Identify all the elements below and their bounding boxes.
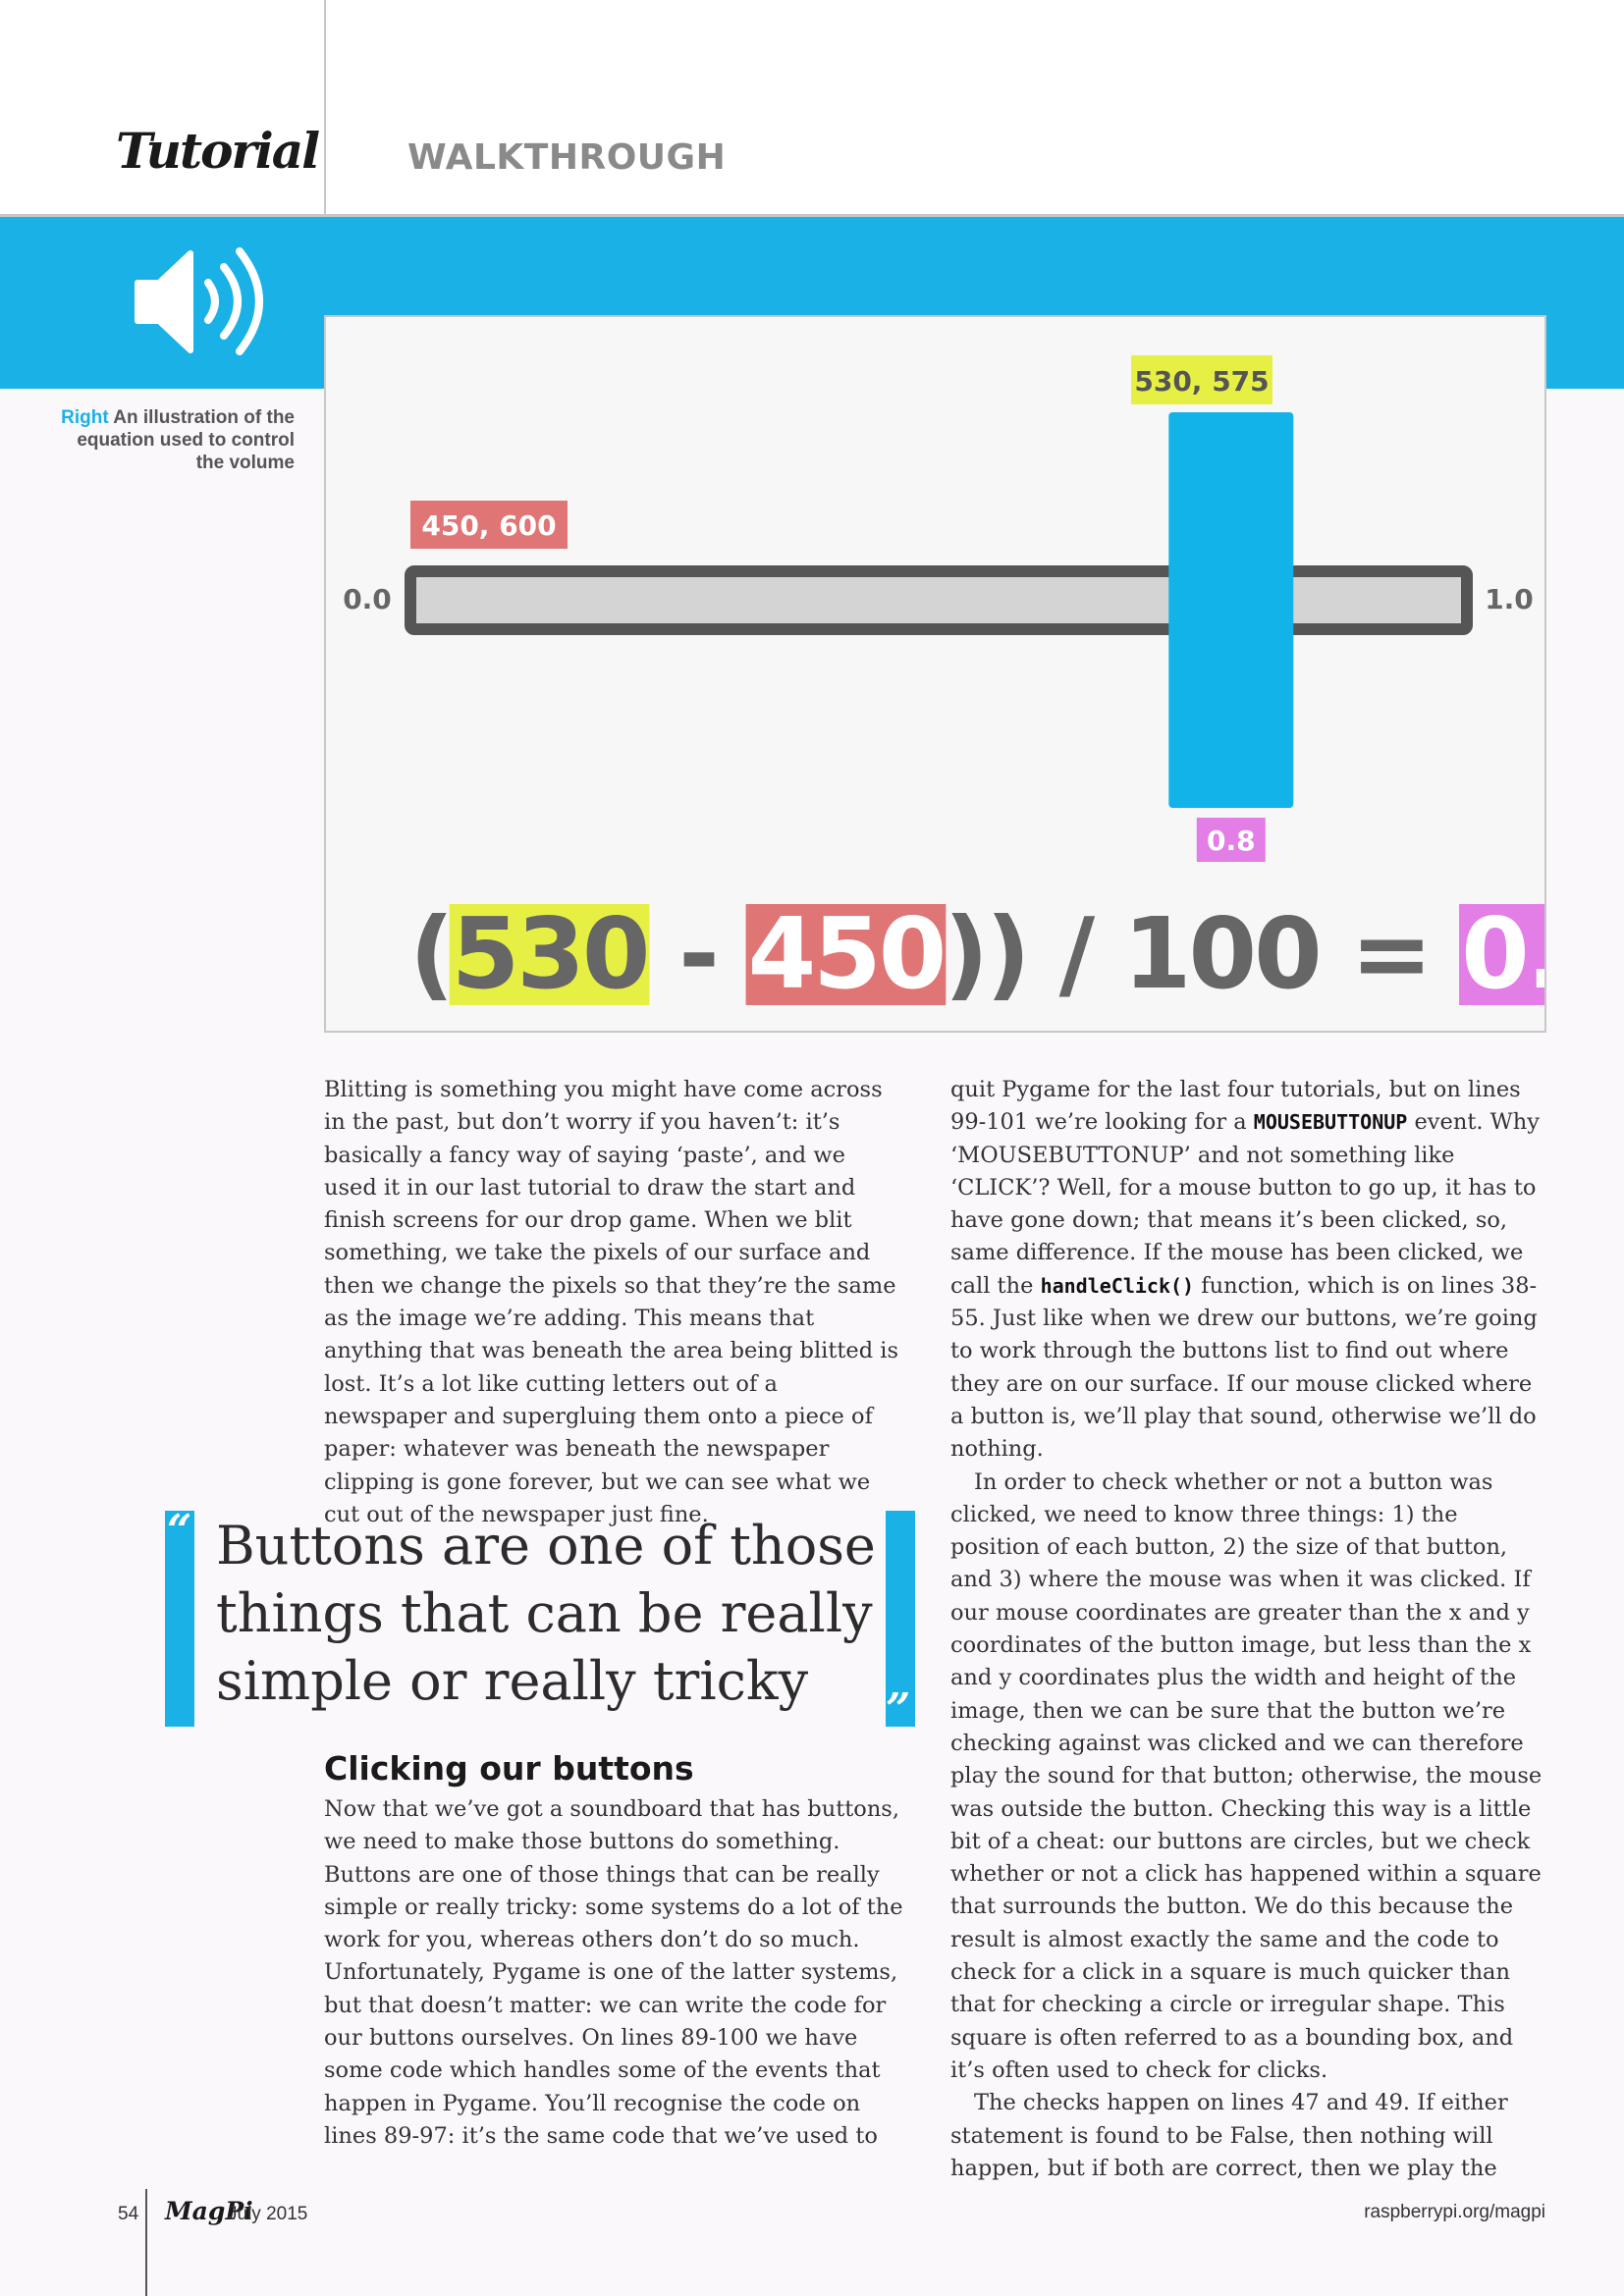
open-quote-icon: “ [167,1506,192,1556]
website-url: raspberrypi.org/magpi [1364,2202,1545,2222]
body-column-right: quit Pygame for the last four tutorials,… [950,1074,1544,2185]
equation-minus: - [647,896,747,1011]
volume-knob [1168,412,1294,808]
volume-figure: 530, 575 450, 600 0.0 1.0 0.8 (530 - 450… [324,315,1546,1033]
paragraph-events: quit Pygame for the last four tutorials,… [950,1074,1544,1467]
page-header: Tutorial WALKTHROUGH [0,0,1624,217]
body-column-left-bottom: Now that we’ve got a soundboard that has… [324,1793,903,2153]
bar-label: 450, 600 [421,509,556,542]
subheading: Clicking our buttons [324,1749,694,1788]
pull-quote: Buttons are one of those things that can… [216,1515,876,1712]
equation-open: ( [409,896,452,1011]
volume-track [405,565,1473,635]
min-label: 0.0 [343,583,392,615]
header-divider [324,0,326,214]
events-text-2: event. Why ‘MOUSEBUTTONUP’ and not somet… [950,1109,1541,1299]
events-text-3: function, which is on lines 38-55. Just … [950,1272,1538,1463]
speaker-volume-icon [135,247,263,355]
paragraph-checks: The checks happen on lines 47 and 49. If… [950,2090,1508,2181]
equation-result: 0.8 [1461,896,1544,1011]
code-handleclick: handleClick() [1040,1273,1195,1298]
paragraph-clicking: Now that we’ve got a soundboard that has… [324,1796,903,2149]
figure-caption: Right An illustration of the equation us… [59,406,295,474]
equation-term-a: 530 [452,896,648,1011]
body-column-left-top: Blitting is something you might have com… [324,1074,903,1531]
footer-divider [145,2189,147,2296]
equation-term-b: 450 [748,896,945,1011]
volume-illustration: 530, 575 450, 600 0.0 1.0 0.8 (530 - 450… [343,355,1544,1011]
issue-date: July 2015 [228,2204,308,2224]
close-quote-icon: ” [886,1684,911,1735]
paragraph-bounding-box: In order to check whether or not a butto… [950,1468,1543,2083]
caption-lead: Right [61,407,109,428]
code-mousebuttonup: MOUSEBUTTONUP [1253,1110,1408,1135]
max-label: 1.0 [1485,583,1534,615]
section-label: Tutorial [116,122,320,180]
caption-text: An illustration of the equation used to … [77,407,295,473]
kicker: WALKTHROUGH [407,137,727,178]
equation: (530 - 450)) / 100 = 0.8 [409,896,1544,1011]
paragraph-blitting: Blitting is something you might have com… [324,1077,899,1527]
page-number: 54 [118,2204,139,2224]
equation-rest: )) / 100 = [944,896,1461,1011]
value-label: 0.8 [1207,825,1256,857]
knob-label: 530, 575 [1134,365,1269,398]
